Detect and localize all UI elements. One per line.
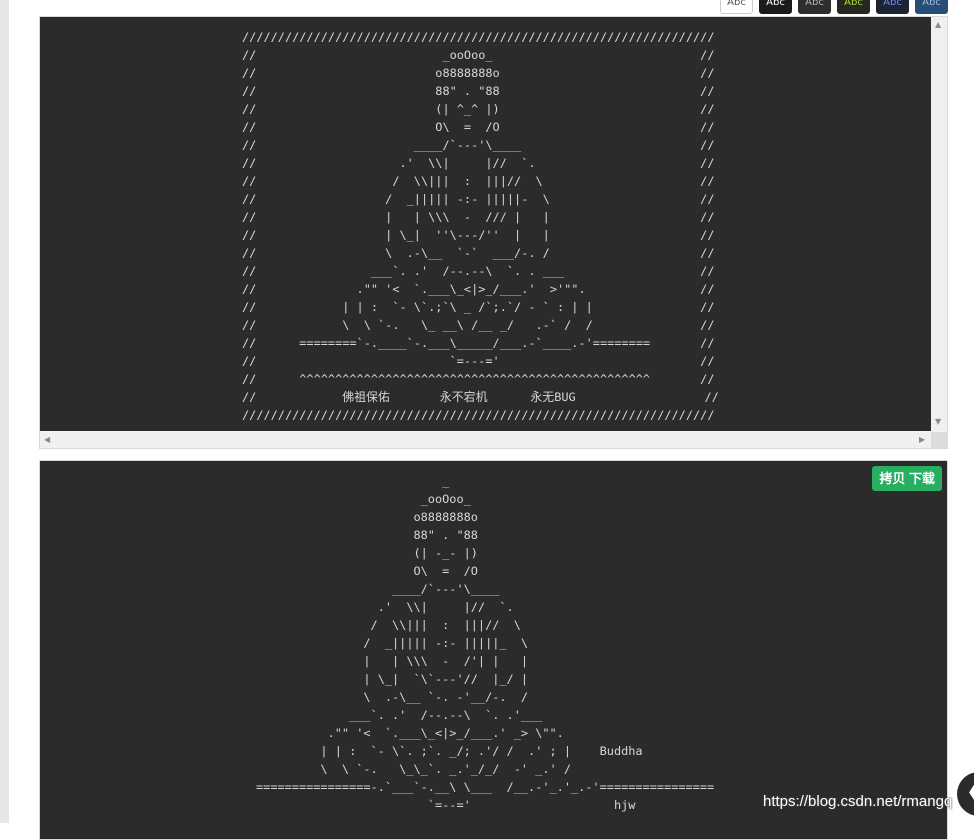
code-theme-switcher: Abc Abc Abc Abc Abc Abc (720, 0, 948, 14)
vertical-scrollbar[interactable]: ▲ ▼ (931, 17, 947, 431)
scroll-up-arrow-icon[interactable]: ▲ (935, 21, 941, 29)
ascii-buddha-code-2: _ _ooOoo_ o8888888o 88" . "88 (| -_- |) … (256, 474, 715, 812)
code-block-2: _ _ooOoo_ o8888888o 88" . "88 (| -_- |) … (39, 460, 948, 840)
page-left-gutter (0, 0, 9, 823)
back-to-top-icon[interactable]: ❮ (957, 772, 974, 816)
scroll-down-arrow-icon[interactable]: ▼ (935, 418, 941, 426)
horizontal-scrollbar[interactable]: ◀ ▶ (40, 432, 931, 448)
theme-button-light[interactable]: Abc (720, 0, 753, 14)
scroll-left-arrow-icon[interactable]: ◀ (44, 436, 50, 444)
code-area-1: ////////////////////////////////////////… (40, 17, 931, 431)
theme-button-blue[interactable]: Abc (915, 0, 948, 14)
scroll-right-arrow-icon[interactable]: ▶ (919, 436, 925, 444)
watermark-url: https://blog.csdn.net/rmangq (763, 793, 953, 810)
copy-download-button[interactable]: 拷贝 下载 (872, 466, 942, 491)
scrollbar-corner (931, 432, 947, 448)
ascii-buddha-code-1: ////////////////////////////////////////… (242, 30, 719, 422)
code-block-1: ////////////////////////////////////////… (39, 16, 948, 449)
theme-button-night[interactable]: Abc (876, 0, 909, 14)
theme-button-tomorrow[interactable]: Abc (798, 0, 831, 14)
theme-button-monokai[interactable]: Abc (837, 0, 870, 14)
theme-button-dark[interactable]: Abc (759, 0, 792, 14)
